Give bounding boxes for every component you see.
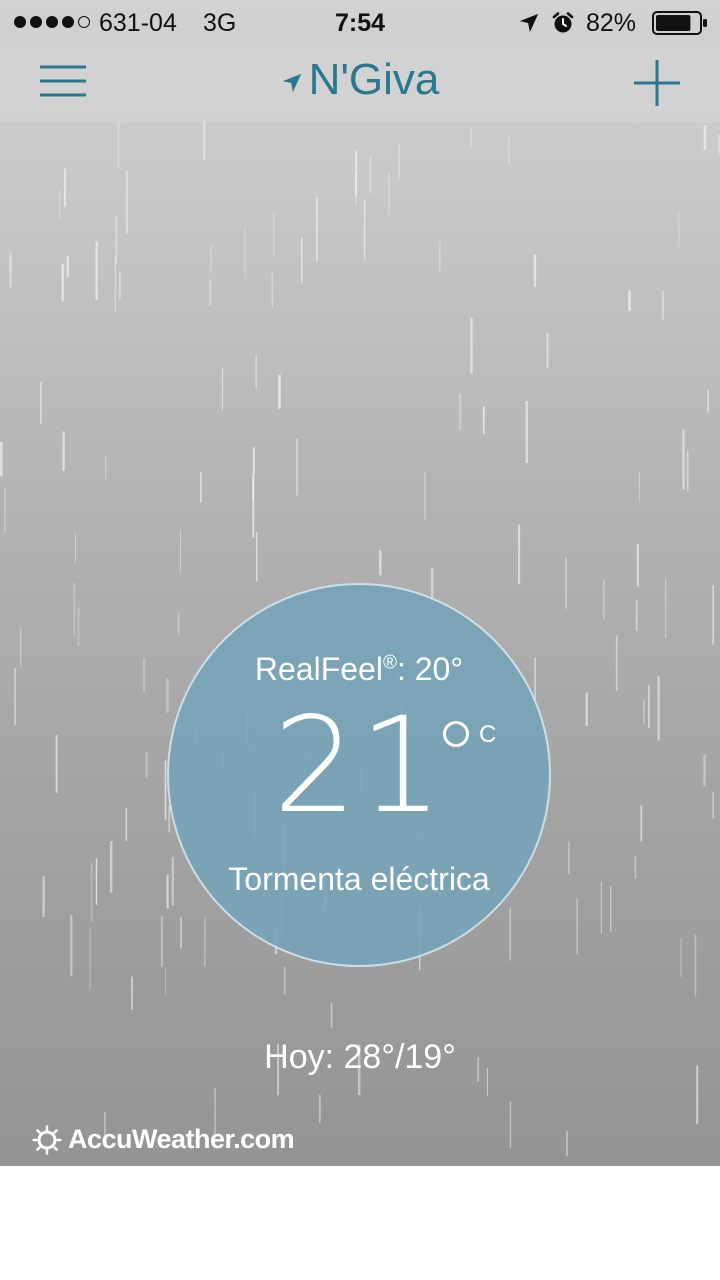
signal-dot (78, 16, 90, 28)
signal-dot (30, 16, 42, 28)
battery-percentage: 82% (586, 9, 637, 37)
degree-icon (443, 721, 469, 747)
signal-dot (46, 16, 58, 28)
menu-button[interactable] (36, 61, 90, 101)
realfeel-temperature: RealFeel®: 20° (169, 651, 549, 688)
sun-icon (32, 1124, 62, 1155)
navigation-bar: N'Giva (0, 48, 720, 123)
city-name: N'Giva (308, 55, 440, 104)
weather-screen: 631-04 3G 7:54 82% N'Giva RealFeel®: 20°… (0, 0, 720, 1166)
add-location-button[interactable] (630, 56, 684, 110)
realfeel-value: : 20° (396, 651, 464, 687)
plus-icon (634, 60, 680, 106)
registered-mark: ® (382, 652, 397, 674)
realfeel-label: RealFeel (254, 651, 383, 687)
carrier-name: 631-04 (99, 9, 177, 37)
location-arrow-icon (282, 73, 301, 93)
network-type: 3G (203, 9, 237, 37)
battery-icon (652, 11, 707, 35)
today-high-low: Hoy: 28°/19° (264, 1038, 456, 1076)
accuweather-logo[interactable]: AccuWeather.com (32, 1124, 295, 1155)
signal-strength-icon (14, 16, 90, 32)
current-temperature: 21 (273, 689, 445, 843)
location-arrow-icon (519, 13, 539, 33)
hamburger-menu-icon (40, 65, 86, 97)
signal-dot (14, 16, 26, 28)
signal-dot (62, 16, 74, 28)
temperature-unit: C (479, 721, 497, 748)
accuweather-brand: AccuWeather.com (68, 1124, 295, 1154)
status-bar: 631-04 3G 7:54 82% (0, 0, 720, 48)
city-selector[interactable]: N'Giva (281, 54, 440, 106)
current-conditions-circle[interactable]: RealFeel®: 20° 21 C Tormenta eléctrica (167, 583, 551, 967)
weather-condition: Tormenta eléctrica (228, 861, 490, 897)
alarm-icon (552, 12, 574, 33)
